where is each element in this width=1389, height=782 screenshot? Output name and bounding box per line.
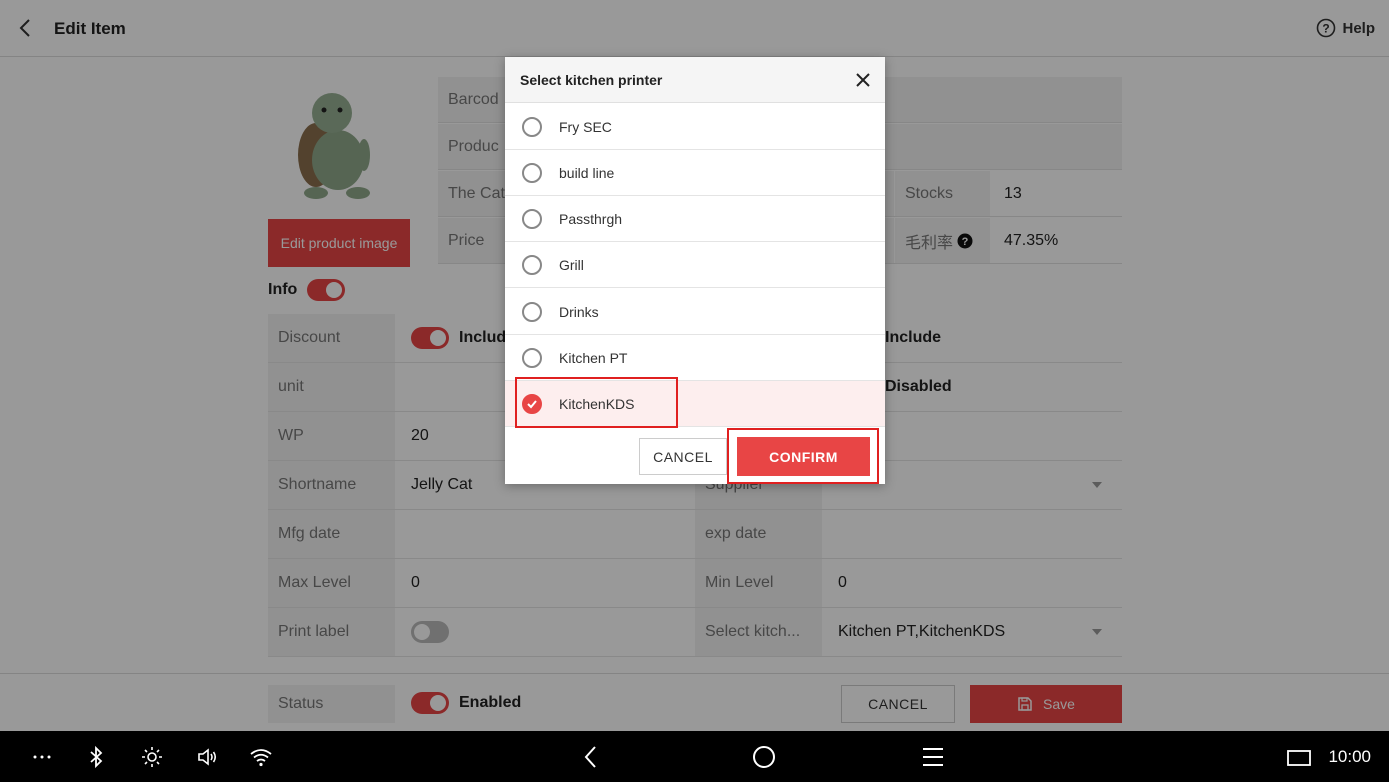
printer-option-label: KitchenKDS xyxy=(559,396,635,412)
radio-unchecked[interactable] xyxy=(522,163,542,183)
dialog-title: Select kitchen printer xyxy=(520,72,663,88)
printer-option-fry-sec[interactable]: Fry SEC xyxy=(505,104,885,150)
printer-option-passthrgh[interactable]: Passthrgh xyxy=(505,196,885,242)
printer-option-label: Kitchen PT xyxy=(559,350,628,366)
dialog-cancel-button[interactable]: CANCEL xyxy=(639,438,727,475)
printer-option-kitchen-pt[interactable]: Kitchen PT xyxy=(505,335,885,381)
printer-option-label: Grill xyxy=(559,257,584,273)
radio-checked-icon[interactable] xyxy=(522,394,542,414)
confirm-button[interactable]: CONFIRM xyxy=(737,437,870,476)
more-icon[interactable] xyxy=(30,745,54,769)
system-clock: 10:00 xyxy=(1328,747,1371,766)
radio-unchecked[interactable] xyxy=(522,255,542,275)
check-icon xyxy=(527,400,537,409)
printer-option-label: Passthrgh xyxy=(559,211,623,227)
radio-unchecked[interactable] xyxy=(522,348,542,368)
system-navigation-bar: 10:00 xyxy=(0,731,1389,782)
nav-back-icon[interactable] xyxy=(580,745,604,769)
radio-unchecked[interactable] xyxy=(522,209,542,229)
radio-unchecked[interactable] xyxy=(522,302,542,322)
kitchen-printer-dialog: Select kitchen printer Fry SEC build lin… xyxy=(505,57,885,484)
nav-menu-icon[interactable] xyxy=(921,745,945,769)
close-icon[interactable] xyxy=(853,70,873,90)
dialog-header: Select kitchen printer xyxy=(505,57,885,103)
printer-option-grill[interactable]: Grill xyxy=(505,242,885,288)
radio-unchecked[interactable] xyxy=(522,117,542,137)
brightness-icon[interactable] xyxy=(140,745,164,769)
printer-option-label: build line xyxy=(559,165,615,181)
printer-option-drinks[interactable]: Drinks xyxy=(505,289,885,335)
screen-icon[interactable] xyxy=(1287,745,1311,769)
printer-option-kitchenkds[interactable]: KitchenKDS xyxy=(505,381,885,427)
volume-icon[interactable] xyxy=(195,745,219,769)
printer-option-label: Fry SEC xyxy=(559,119,612,135)
bluetooth-icon[interactable] xyxy=(84,745,108,769)
nav-home-icon[interactable] xyxy=(752,745,776,769)
printer-option-build-line[interactable]: build line xyxy=(505,150,885,196)
printer-option-label: Drinks xyxy=(559,304,599,320)
wifi-icon[interactable] xyxy=(249,745,273,769)
